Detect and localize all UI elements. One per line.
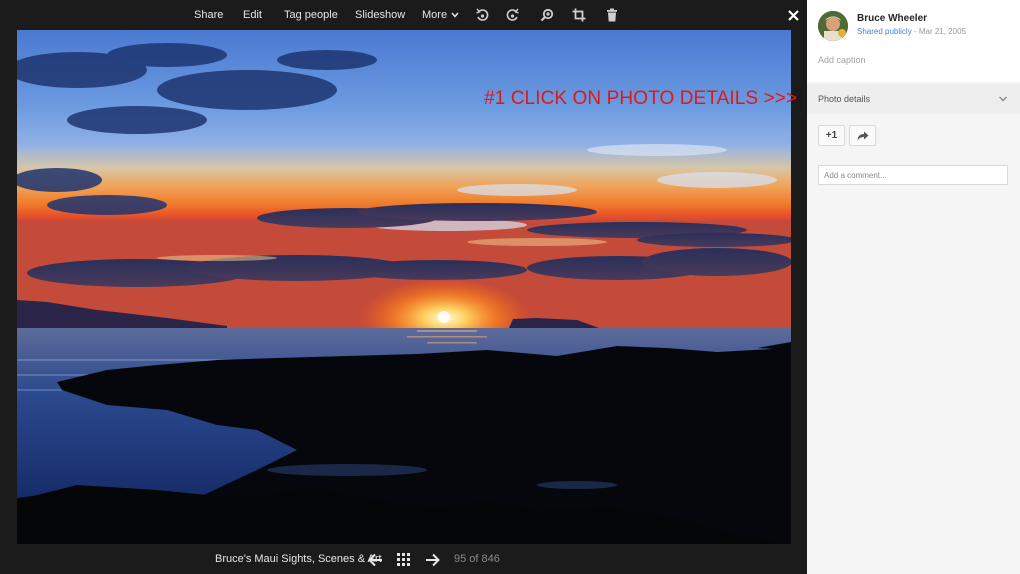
add-caption-field[interactable]: Add caption xyxy=(818,55,866,65)
arrow-right-icon[interactable] xyxy=(425,553,441,567)
viewer-bottom-bar: Bruce's Maui Sights, Scenes & Art 95 of … xyxy=(0,545,807,574)
photo-details-toggle[interactable]: Photo details xyxy=(807,84,1020,114)
tag-people-button[interactable]: Tag people xyxy=(284,8,338,22)
grid-icon[interactable] xyxy=(397,553,411,567)
share-button[interactable]: Share xyxy=(194,8,223,22)
edit-button[interactable]: Edit xyxy=(243,8,262,22)
crop-icon[interactable] xyxy=(571,7,587,23)
rotate-left-icon[interactable] xyxy=(474,7,490,23)
close-icon[interactable] xyxy=(786,7,800,23)
author-section: Bruce Wheeler Shared publicly - Mar 21, … xyxy=(807,0,1020,82)
chevron-down-icon xyxy=(451,12,459,18)
photo-counter: 95 of 846 xyxy=(454,553,500,565)
plus-one-button[interactable]: +1 xyxy=(818,125,845,146)
viewer-toolbar: Share Edit Tag people Slideshow More xyxy=(0,0,807,30)
photo-details-label: Photo details xyxy=(818,94,871,104)
trash-icon[interactable] xyxy=(604,7,620,23)
visibility-link[interactable]: Shared publicly xyxy=(857,27,912,36)
post-meta: Shared publicly - Mar 21, 2005 xyxy=(857,27,966,36)
share-arrow-icon xyxy=(857,131,868,140)
comment-input[interactable] xyxy=(818,165,1008,185)
more-button[interactable]: More xyxy=(422,8,459,22)
album-title-link[interactable]: Bruce's Maui Sights, Scenes & Art xyxy=(215,553,382,565)
author-name[interactable]: Bruce Wheeler xyxy=(857,13,927,24)
post-date: - Mar 21, 2005 xyxy=(913,27,966,36)
slideshow-button[interactable]: Slideshow xyxy=(355,8,405,22)
photo-viewer: Share Edit Tag people Slideshow More Bru… xyxy=(0,0,807,574)
more-label: More xyxy=(422,9,448,21)
zoom-icon[interactable] xyxy=(539,7,555,23)
rotate-right-icon[interactable] xyxy=(505,7,521,23)
avatar[interactable] xyxy=(818,11,848,41)
instruction-annotation: #1 CLICK ON PHOTO DETAILS >>> xyxy=(484,88,798,109)
share-arrow-button[interactable] xyxy=(849,125,876,146)
info-panel: Bruce Wheeler Shared publicly - Mar 21, … xyxy=(807,0,1020,574)
arrow-left-icon[interactable] xyxy=(367,553,383,567)
chevron-down-icon xyxy=(999,96,1007,102)
